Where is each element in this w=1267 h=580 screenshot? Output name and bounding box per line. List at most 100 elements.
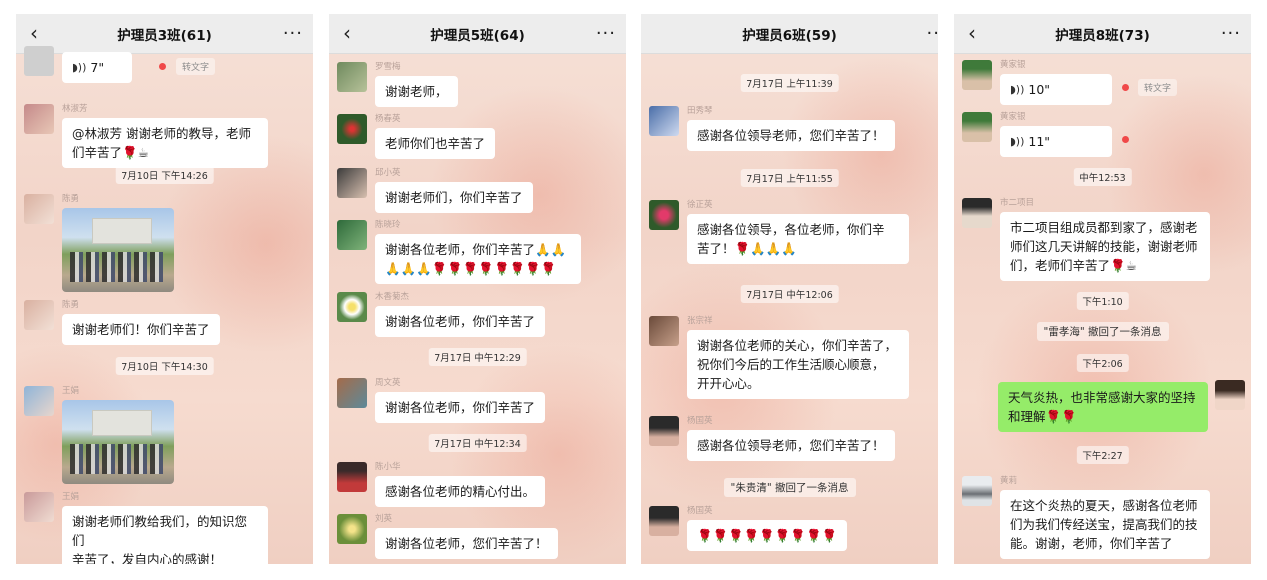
sender-name: 罗雪梅 <box>375 62 401 72</box>
message-text: 谢谢各位老师的关心，你们辛苦了， <box>697 338 898 353</box>
more-icon[interactable]: ··· <box>1221 23 1241 44</box>
message-bubble[interactable]: 市二项目组成员都到家了，感谢老 师们这几天讲解的技能，谢谢老师 们，老师们辛苦了… <box>1000 212 1210 281</box>
sender-name: 木香菊杰 <box>375 292 410 302</box>
avatar[interactable] <box>962 60 992 90</box>
sender-name: 田秀琴 <box>687 106 713 116</box>
avatar[interactable] <box>962 476 992 506</box>
timestamp: 7月17日 上午11:55 <box>740 169 839 187</box>
message-bubble[interactable]: 谢谢老师， <box>375 76 458 107</box>
message-bubble[interactable]: 在这个炎热的夏天，感谢各位老师 们为我们传经送宝，提高我们的技 能。谢谢，老师，… <box>1000 490 1210 559</box>
avatar[interactable] <box>24 194 54 224</box>
avatar[interactable] <box>962 112 992 142</box>
more-icon[interactable]: ··· <box>596 23 616 44</box>
chevron-left-icon[interactable]: ‹ <box>24 21 44 45</box>
message-text: 开开心心。 <box>697 376 760 391</box>
to-text-button[interactable]: 转文字 <box>1138 79 1178 96</box>
message-text: 谢谢老师， <box>385 84 448 99</box>
sender-name: 黄家银 <box>1000 60 1026 70</box>
list-item: 陈勇 <box>24 194 305 294</box>
message-bubble[interactable]: 谢谢各位老师的关心，你们辛苦了， 祝你们今后的工作生活顺心顺意， 开开心心。 <box>687 330 909 399</box>
voice-bubble[interactable]: ◗)) 7" <box>62 52 132 83</box>
message-bubble[interactable]: 谢谢老师们！你们辛苦了 <box>62 314 220 345</box>
avatar[interactable] <box>24 46 54 76</box>
message-text: 们，老师们辛苦了🌹☕ <box>1010 258 1137 273</box>
message-bubble[interactable]: 感谢各位领导老师，您们辛苦了！ <box>687 120 895 151</box>
voice-bubble[interactable]: ◗)) 10" <box>1000 74 1112 105</box>
message-text: 们为我们传经送宝，提高我们的技 <box>1010 517 1198 532</box>
message-bubble[interactable]: 天气炎热，也非常感谢大家的坚持 和理解🌹🌹 <box>998 382 1208 432</box>
message-bubble[interactable]: 谢谢各位老师，您们辛苦了！ <box>375 528 558 559</box>
avatar[interactable] <box>24 386 54 416</box>
avatar[interactable] <box>649 316 679 346</box>
avatar[interactable] <box>649 416 679 446</box>
avatar[interactable] <box>24 300 54 330</box>
avatar[interactable] <box>337 168 367 198</box>
message-bubble[interactable]: @林淑芳 谢谢老师的教导，老师 们辛苦了🌹☕ <box>62 118 268 168</box>
avatar[interactable] <box>649 200 679 230</box>
avatar[interactable] <box>24 492 54 522</box>
chat-panel-1: ‹ 护理员3班(61) ··· ◗)) 7" 转文字 林淑芳 @林淑芳 谢谢老师… <box>16 14 313 564</box>
voice-bubble[interactable]: ◗)) 11" <box>1000 126 1112 157</box>
message-text: 感谢各位领导老师，您们辛苦了！ <box>697 438 885 453</box>
message-text: 谢谢各位老师，您们辛苦了！ <box>385 536 548 551</box>
message-text: 在这个炎热的夏天，感谢各位老师 <box>1010 498 1198 513</box>
message-text: 谢谢老师们，你们辛苦了 <box>385 190 523 205</box>
message-text: 感谢各位领导，各位老师，你们辛 <box>697 222 885 237</box>
list-item: 杨春英 老师你们也辛苦了 <box>337 114 618 159</box>
message-text: 祝你们今后的工作生活顺心顺意， <box>697 357 885 372</box>
sender-name: 周文英 <box>375 378 401 388</box>
voice-message: 黄家银 ◗)) 11" <box>962 112 1243 157</box>
sender-name: 市二项目 <box>1000 198 1035 208</box>
avatar[interactable] <box>649 106 679 136</box>
more-icon[interactable]: ·· <box>927 23 938 44</box>
photo-message[interactable] <box>62 208 174 292</box>
avatar[interactable] <box>962 198 992 228</box>
timestamp: 下午2:06 <box>1076 354 1129 372</box>
message-text: 谢谢各位老师，你们辛苦了 <box>385 400 536 415</box>
message-text: 苦了！🌹🙏🙏🙏 <box>697 241 797 256</box>
chat-panel-4: ‹ 护理员8班(73) ··· 黄家银 ◗)) 10" 转文字 黄家银 ◗)) … <box>954 14 1251 564</box>
list-item: 邱小英 谢谢老师们，你们辛苦了 <box>337 168 618 213</box>
avatar[interactable] <box>337 462 367 492</box>
avatar[interactable] <box>337 514 367 544</box>
message-text: 和理解🌹🌹 <box>1008 409 1077 424</box>
message-bubble[interactable]: 🌹🌹🌹🌹🌹🌹🌹🌹🌹 <box>687 520 848 551</box>
more-icon[interactable]: ··· <box>283 23 303 44</box>
unread-dot <box>159 63 166 70</box>
message-bubble[interactable]: 感谢各位领导，各位老师，你们辛 苦了！🌹🙏🙏🙏 <box>687 214 909 264</box>
chat-header: ‹ 护理员8班(73) ··· <box>954 14 1251 54</box>
sender-name: 黄莉 <box>1000 476 1018 486</box>
message-text: 感谢各位领导老师，您们辛苦了！ <box>697 128 885 143</box>
chevron-left-icon[interactable]: ‹ <box>962 21 982 45</box>
voice-duration: 11" <box>1028 134 1051 149</box>
message-bubble[interactable]: 谢谢各位老师，你们辛苦了🙏🙏 🙏🙏🙏🌹🌹🌹🌹🌹🌹🌹🌹 <box>375 234 581 284</box>
sender-name: 杨国英 <box>687 416 713 426</box>
chevron-left-icon[interactable]: ‹ <box>337 21 357 45</box>
avatar[interactable] <box>337 114 367 144</box>
avatar[interactable] <box>24 104 54 134</box>
to-text-button[interactable]: 转文字 <box>176 58 216 75</box>
message-bubble[interactable]: 谢谢老师们，你们辛苦了 <box>375 182 533 213</box>
list-item: 王娟 谢谢老师们教给我们，的知识您们 辛苦了，发自内心的感谢！ <box>24 492 305 564</box>
chat-title: 护理员8班(73) <box>1055 27 1150 44</box>
sender-name: 张宗祥 <box>687 316 713 326</box>
avatar[interactable] <box>337 62 367 92</box>
avatar[interactable] <box>337 378 367 408</box>
avatar[interactable] <box>337 292 367 322</box>
chat-header: ‹ 护理员5班(64) ··· <box>329 14 626 54</box>
message-bubble[interactable]: 谢谢各位老师，你们辛苦了 <box>375 392 546 423</box>
message-bubble[interactable]: 老师你们也辛苦了 <box>375 128 496 159</box>
avatar[interactable] <box>649 506 679 536</box>
message-text: 能。谢谢，老师，你们辛苦了 <box>1010 536 1173 551</box>
voice-duration: 10" <box>1028 82 1051 97</box>
message-bubble[interactable]: 感谢各位老师的精心付出。 <box>375 476 546 507</box>
message-text: 🌹🌹🌹🌹🌹🌹🌹🌹🌹 <box>697 528 838 543</box>
list-item: 黄莉 在这个炎热的夏天，感谢各位老师 们为我们传经送宝，提高我们的技 能。谢谢，… <box>962 476 1243 564</box>
message-text: 天气炎热，也非常感谢大家的坚持 <box>1008 390 1196 405</box>
message-bubble[interactable]: 谢谢老师们教给我们，的知识您们 辛苦了，发自内心的感谢！ <box>62 506 268 564</box>
photo-message[interactable] <box>62 400 174 484</box>
message-bubble[interactable]: 谢谢各位老师，你们辛苦了 <box>375 306 546 337</box>
avatar[interactable] <box>1215 380 1245 410</box>
message-bubble[interactable]: 感谢各位领导老师，您们辛苦了！ <box>687 430 895 461</box>
avatar[interactable] <box>337 220 367 250</box>
